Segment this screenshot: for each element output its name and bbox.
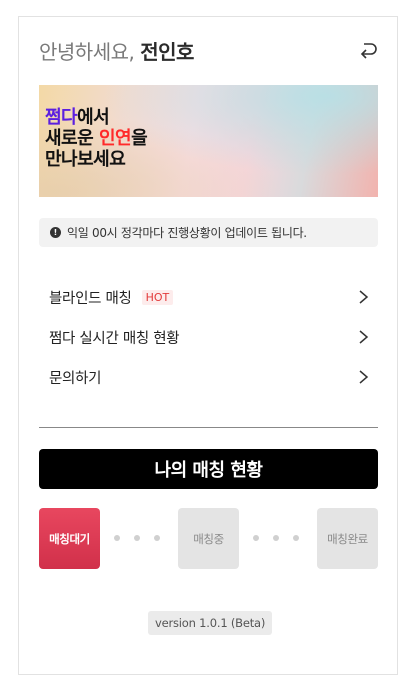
greeting: 안녕하세요, 전인호 bbox=[39, 37, 379, 67]
dot bbox=[114, 535, 120, 541]
notice-text: 익일 00시 정각마다 진행상황이 업데이트 됩니다. bbox=[67, 226, 307, 240]
hot-badge: HOT bbox=[141, 289, 174, 305]
exclamation-circle-icon: ! bbox=[50, 227, 61, 238]
my-matching-status-button[interactable]: 나의 매칭 현황 bbox=[39, 449, 378, 489]
update-notice: ! 익일 00시 정각마다 진행상황이 업데이트 됩니다. bbox=[39, 218, 378, 247]
dot bbox=[273, 535, 279, 541]
dot bbox=[134, 535, 140, 541]
banner-line2-post: 을 bbox=[131, 128, 148, 149]
banner-headline: 쩜다에서 새로운 인연을 만나보세요 bbox=[45, 107, 148, 170]
progress-dots bbox=[253, 535, 299, 541]
header: 안녕하세요, 전인호 bbox=[39, 37, 379, 67]
inquiry-label: 문의하기 bbox=[49, 370, 102, 387]
version-badge: version 1.0.1 (Beta) bbox=[148, 611, 273, 635]
step-waiting: 매칭대기 bbox=[39, 508, 100, 569]
divider bbox=[39, 427, 378, 428]
promo-banner[interactable]: 쩜다에서 새로운 인연을 만나보세요 bbox=[39, 85, 378, 197]
menu-list: 블라인드 매칭 HOT 쩜다 실시간 매칭 현황 문의하기 bbox=[49, 277, 369, 397]
chevron-right-icon bbox=[359, 290, 369, 304]
realtime-status-label: 쩜다 실시간 매칭 현황 bbox=[49, 330, 180, 347]
user-name: 전인호 bbox=[140, 40, 194, 64]
dot bbox=[253, 535, 259, 541]
blind-matching-label: 블라인드 매칭 bbox=[49, 290, 132, 307]
menu-item-inquiry[interactable]: 문의하기 bbox=[49, 357, 369, 397]
step-completed: 매칭완료 bbox=[317, 508, 378, 569]
dot bbox=[154, 535, 160, 541]
logout-arrow-icon[interactable] bbox=[357, 40, 379, 64]
matching-progress: 매칭대기 매칭중 매칭완료 bbox=[39, 508, 378, 569]
banner-line2-pre: 새로운 bbox=[45, 128, 99, 149]
banner-brand: 쩜다 bbox=[45, 107, 78, 128]
menu-item-blind-matching[interactable]: 블라인드 매칭 HOT bbox=[49, 277, 369, 317]
step-in-progress: 매칭중 bbox=[178, 508, 239, 569]
progress-dots bbox=[114, 535, 160, 541]
dot bbox=[293, 535, 299, 541]
banner-line1-rest: 에서 bbox=[77, 107, 110, 128]
main-card: 안녕하세요, 전인호 쩜다에서 새로운 인연을 만나보세요 ! 익일 00시 정… bbox=[18, 16, 398, 675]
menu-item-realtime-status[interactable]: 쩜다 실시간 매칭 현황 bbox=[49, 317, 369, 357]
banner-line3: 만나보세요 bbox=[45, 149, 126, 170]
greeting-text: 안녕하세요, bbox=[39, 40, 135, 64]
banner-highlight: 인연 bbox=[98, 128, 132, 149]
chevron-right-icon bbox=[359, 370, 369, 384]
menu-item-label: 블라인드 매칭 HOT bbox=[49, 287, 174, 308]
chevron-right-icon bbox=[359, 330, 369, 344]
